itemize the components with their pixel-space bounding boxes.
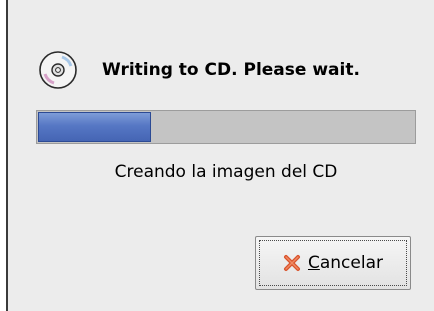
- cancel-button-label: Cancelar: [308, 253, 383, 273]
- cd-burn-dialog: Writing to CD. Please wait. Creando la i…: [6, 0, 434, 311]
- cancel-button[interactable]: Cancelar: [255, 236, 411, 290]
- status-text: Creando la imagen del CD: [114, 162, 338, 182]
- cd-icon: [39, 51, 77, 89]
- progress-bar: [36, 110, 416, 144]
- progress-bar-fill: [38, 112, 151, 142]
- dialog-title: Writing to CD. Please wait.: [102, 60, 360, 80]
- cancel-mnemonic: C: [307, 253, 320, 273]
- dialog-header: Writing to CD. Please wait.: [38, 49, 360, 91]
- cancel-x-icon: [283, 255, 300, 271]
- cancel-label-rest: ancelar: [319, 253, 383, 273]
